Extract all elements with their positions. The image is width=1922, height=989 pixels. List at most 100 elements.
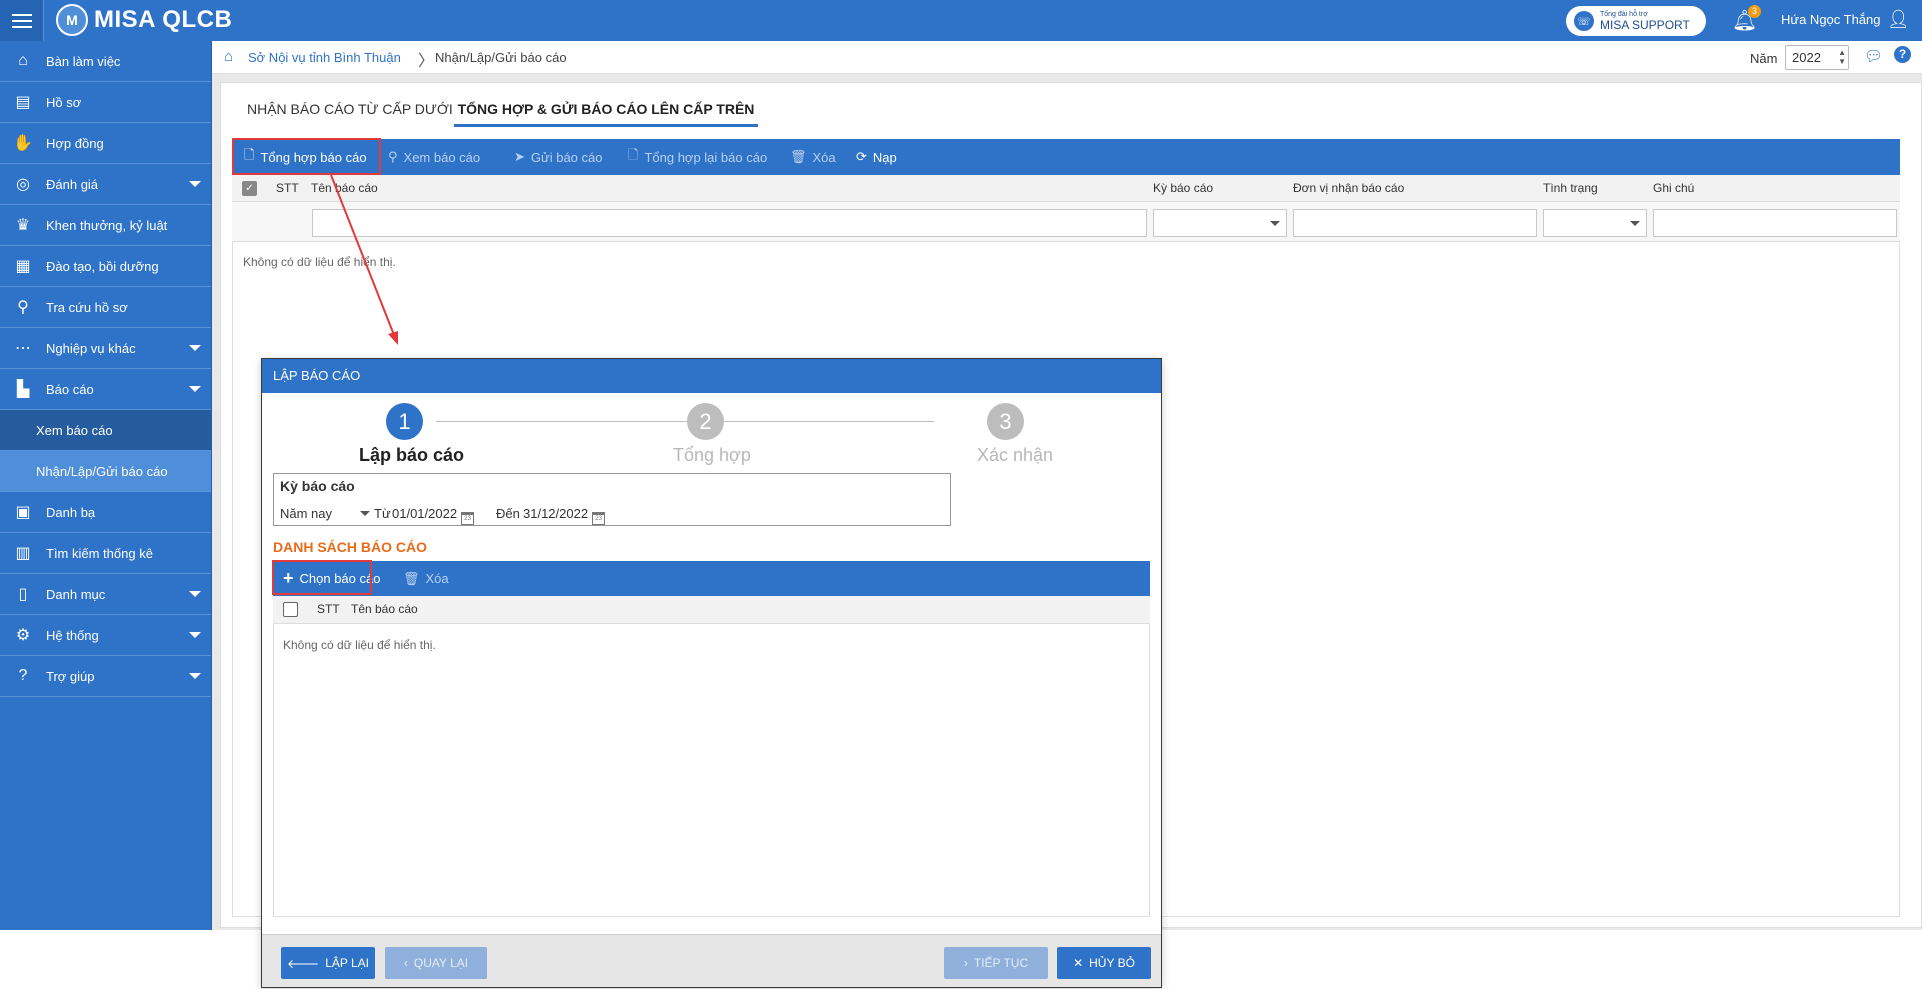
send-report-button[interactable]: ➤ Gửi báo cáo [514,139,602,175]
column-header-period: Kỳ báo cáo [1153,181,1214,195]
hamburger-icon [11,13,32,16]
filter-recipient-input[interactable] [1293,209,1537,237]
dialog-delete-button[interactable]: 🗑︎ Xóa [403,561,449,596]
chevron-down-icon [189,632,201,638]
sidebar-item-help[interactable]: ? Trợ giúp [0,656,211,697]
filter-name-input[interactable] [312,209,1147,237]
highlight-compile-button [232,138,381,175]
trash-icon: 🗑︎ [790,149,807,164]
sidebar-item-system[interactable]: ⚙ Hệ thống [0,615,211,656]
step-1-label: Lập báo cáo [359,445,465,465]
highlight-choose-button [272,560,372,595]
chevron-down-icon [189,345,201,351]
sidebar-item-contract[interactable]: ✋ Hợp đồng [0,123,211,164]
reload-button[interactable]: ⟳ Nạp [856,139,897,175]
filter-note-input[interactable] [1653,209,1897,237]
notification-badge: 3 [1748,5,1761,18]
year-stepper[interactable]: 2022 ▲ ▼ [1785,45,1849,70]
calendar-icon[interactable]: 23 [461,512,475,525]
file-refresh-icon: 🗋︎ [628,147,639,162]
sidebar-item-directory[interactable]: ▣ Danh bạ [0,492,211,533]
report-grid-header: ✓ STT Tên báo cáo Kỳ báo cáo Đơn vị nhận… [232,175,1900,202]
sidebar-item-evaluation[interactable]: ◎ Đánh giá [0,164,211,205]
period-title: Kỳ báo cáo [280,478,355,494]
calendar-icon[interactable]: 23 [592,512,606,525]
arrow-left-icon: 🡐 [287,956,320,971]
reset-button[interactable]: 🡐 LẬP LẠI [281,947,375,979]
column-header-stt: STT [276,181,299,195]
more-icon: ⋯ [15,340,31,357]
book-icon: ▯ [18,586,28,603]
sidebar-item-lookup[interactable]: ⚲ Tra cứu hồ sơ [0,287,211,328]
document-icon: ▙ [16,381,30,398]
sidebar-item-catalog[interactable]: ▯ Danh mục [0,574,211,615]
dialog-toolbar: + Chọn báo cáo 🗑︎ Xóa [273,561,1150,596]
help-icon[interactable]: ? [1894,46,1911,63]
filter-period-select[interactable] [1153,209,1287,237]
view-report-button[interactable]: ⚲ Xem báo cáo [388,139,480,175]
send-icon: ➤ [514,149,525,164]
sidebar-item-rewards[interactable]: ♛ Khen thưởng, kỷ luật [0,205,211,246]
sidebar-item-desk[interactable]: ⌂ Bàn làm việc [0,41,211,82]
trash-icon: 🗑︎ [403,570,420,586]
to-label: Đến [496,506,520,521]
next-button[interactable]: › TIẾP TỤC [944,947,1048,979]
tab-compile-send-reports[interactable]: TỔNG HỢP & GỬI BÁO CÁO LÊN CẤP TRÊN [454,94,758,127]
close-icon: ✕ [1073,956,1084,970]
column-header-note: Ghi chú [1653,181,1695,195]
user-icon[interactable]: 👤︎ [1887,9,1910,30]
logo-mark-icon: M [56,4,88,36]
sidebar: ⌂ Bàn làm việc ▤ Hồ sơ ✋ Hợp đồng ◎ Đánh giá… [0,41,212,930]
empty-grid-message: Không có dữ liệu để hiển thị. [243,255,396,269]
sidebar-item-other[interactable]: ⋯ Nghiệp vụ khác [0,328,211,369]
step-2-circle: 2 [687,403,724,440]
presentation-icon: ▦ [15,258,31,275]
chart-icon: ▥ [15,545,31,562]
sidebar-item-reports[interactable]: ▙ Báo cáo [0,369,211,410]
to-date-field[interactable]: 31/12/2022 23 [523,506,606,525]
trophy-icon: ♛ [15,217,31,234]
home-icon[interactable]: ⌂ [224,48,233,65]
spinner-icon[interactable]: ▲ ▼ [1838,48,1846,66]
medal-icon: ◎ [16,176,30,193]
chevron-down-icon [1630,221,1640,226]
select-all-checkbox[interactable] [283,602,298,617]
search-icon: ⚲ [388,149,398,164]
breadcrumb-current: Nhận/Lập/Gửi báo cáo [435,50,567,65]
dialog-empty-message: Không có dữ liệu để hiển thị. [283,638,436,652]
tab-receive-reports[interactable]: NHẬN BÁO CÁO TỪ CẤP DƯỚI [247,94,453,127]
step-1-circle: 1 [386,403,423,440]
refresh-icon: ⟳ [856,149,867,164]
sidebar-subitem-receive-send-reports[interactable]: Nhận/Lập/Gửi báo cáo [0,451,211,492]
dialog-title: LẬP BÁO CÁO [262,359,1161,393]
menu-toggle-button[interactable] [0,0,44,41]
sidebar-subitem-view-reports[interactable]: Xem báo cáo [0,410,211,451]
home-icon: ⌂ [18,52,28,69]
recompile-report-button[interactable]: 🗋︎ Tổng hợp lại báo cáo [628,139,767,175]
dialog-footer: 🡐 LẬP LẠI ‹ QUAY LẠI › TIẾP TỤC ✕ HỦY BỎ [262,934,1161,987]
user-name[interactable]: Hứa Ngọc Thắng [1781,12,1881,27]
from-date-field[interactable]: 01/01/2022 23 [392,506,475,525]
cancel-button[interactable]: ✕ HỦY BỎ [1057,947,1151,979]
gear-icon: ⚙ [15,627,31,644]
column-header-name: Tên báo cáo [311,181,378,195]
support-button[interactable]: ☏ Tổng đài hỗ trợ MISA SUPPORT [1566,6,1706,36]
sidebar-item-profile[interactable]: ▤ Hồ sơ [0,82,211,123]
select-all-checkbox[interactable]: ✓ [242,181,257,196]
breadcrumb-root[interactable]: Sở Nội vụ tỉnh Bình Thuận [248,50,401,65]
chevron-down-icon [360,511,370,516]
contacts-icon: ▣ [15,504,31,521]
period-select[interactable]: Năm nay [280,506,370,521]
feedback-icon[interactable]: 💬︎ [1864,47,1883,65]
breadcrumb: ⌂ Sở Nội vụ tỉnh Bình Thuận 〉 Nhận/Lập/G… [212,41,1922,74]
handshake-icon: ✋ [13,135,33,152]
year-label: Năm [1750,51,1778,66]
sidebar-item-statistics[interactable]: ▥ Tìm kiếm thống kê [0,533,211,574]
help-icon: ? [18,667,28,684]
filter-status-select[interactable] [1543,209,1647,237]
sidebar-item-training[interactable]: ▦ Đào tạo, bồi dưỡng [0,246,211,287]
back-button[interactable]: ‹ QUAY LẠI [385,947,487,979]
id-card-icon: ▤ [15,94,31,111]
app-logo[interactable]: M MISA QLCB [56,4,232,36]
delete-button[interactable]: 🗑︎ Xóa [790,139,836,175]
